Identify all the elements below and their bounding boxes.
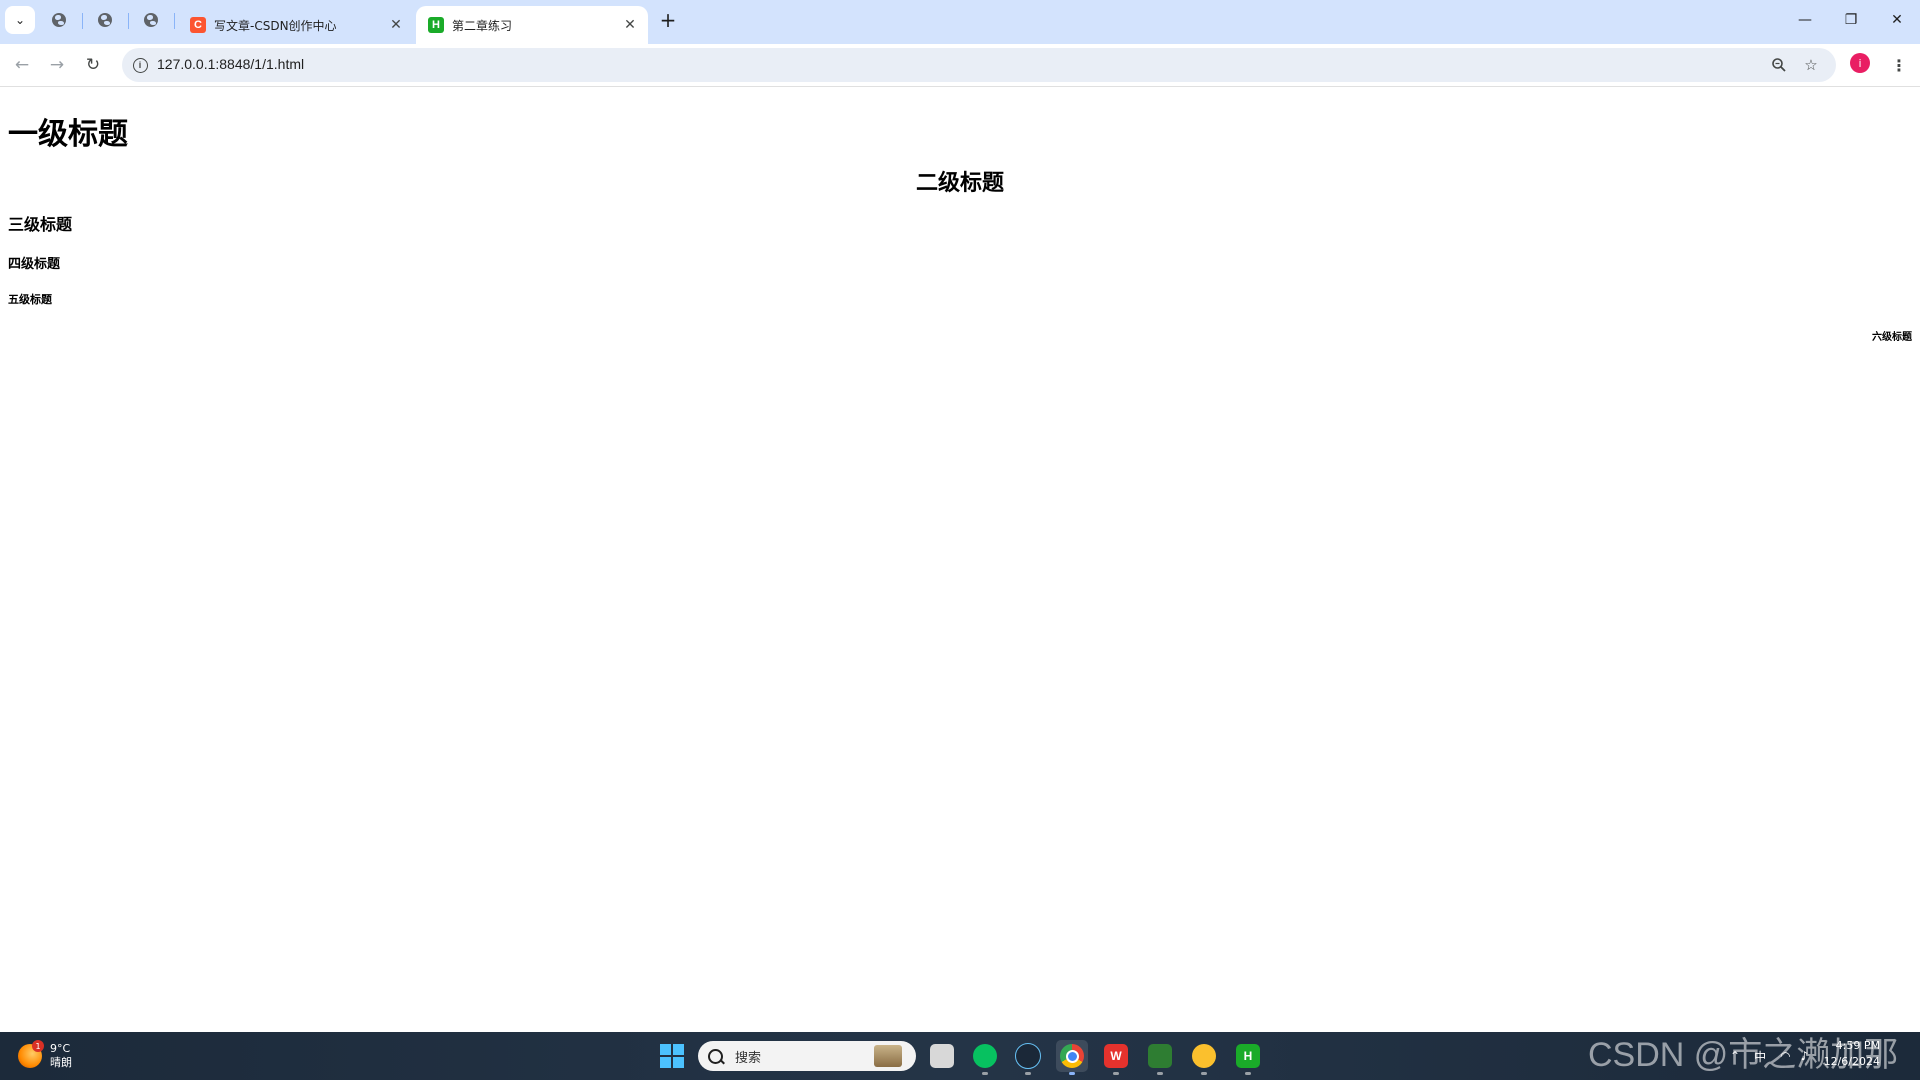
hbuilder-favicon-icon: H (428, 17, 444, 33)
taskbar-search[interactable]: 搜索 (698, 1041, 916, 1071)
profile-avatar[interactable]: i (1850, 53, 1870, 73)
heading-1: 一级标题 (8, 117, 128, 152)
weather-description: 晴朗 (50, 1056, 72, 1069)
weather-icon: 1 (18, 1040, 44, 1068)
close-window-button[interactable]: ✕ (1874, 0, 1920, 40)
chrome-icon (1060, 1044, 1084, 1068)
heading-5: 五级标题 (8, 293, 52, 306)
star-icon: ☆ (1804, 56, 1818, 74)
taskbar-app-hbuilder[interactable]: H (1232, 1040, 1264, 1075)
taskbar-app-file-explorer[interactable] (926, 1040, 958, 1072)
chevron-down-icon: ⌄ (14, 13, 26, 27)
tab-csdn[interactable]: C 写文章-CSDN创作中心 ✕ (178, 6, 414, 44)
tab-title: 写文章-CSDN创作中心 (214, 18, 337, 33)
tab-title: 第二章练习 (452, 18, 513, 33)
tab-strip: ⌄ C 写文章-CSDN创作中心 ✕ H 第二章练习 ✕ + — ❐ ✕ (0, 0, 1920, 44)
globe-icon (52, 13, 66, 27)
running-indicator (982, 1072, 988, 1075)
notification-badge: 1 (32, 1040, 44, 1052)
steam-icon (1015, 1043, 1041, 1069)
running-indicator (1245, 1072, 1251, 1075)
running-indicator (1201, 1072, 1207, 1075)
running-indicator (1025, 1072, 1031, 1075)
more-vert-icon: ⋮ (1891, 55, 1907, 75)
chrome-center-icon (1065, 1049, 1079, 1063)
windows-logo-icon (673, 1044, 684, 1055)
site-info-button[interactable]: i (130, 55, 150, 75)
running-indicator (1069, 1072, 1075, 1075)
running-indicator (1113, 1072, 1119, 1075)
taskbar-app-wps[interactable]: W (1100, 1040, 1132, 1075)
app-yellow-icon (1192, 1044, 1216, 1068)
browser-window: ⌄ C 写文章-CSDN创作中心 ✕ H 第二章练习 ✕ + — ❐ ✕ ← →… (0, 0, 1920, 1080)
close-icon[interactable]: ✕ (620, 15, 640, 35)
tab-separator (128, 13, 129, 29)
zoom-button[interactable] (1768, 54, 1790, 76)
hbuilder-icon: H (1236, 1044, 1260, 1068)
csdn-watermark: CSDN @市之濑加那 (1588, 1036, 1899, 1074)
pinned-tab-1[interactable] (48, 9, 70, 31)
back-button[interactable]: ← (7, 50, 37, 80)
taskbar-app-chrome[interactable] (1056, 1040, 1088, 1075)
minimize-button[interactable]: — (1782, 0, 1828, 40)
minimize-icon: — (1798, 12, 1812, 28)
close-icon[interactable]: ✕ (386, 15, 406, 35)
taskbar-app-wechat[interactable] (969, 1040, 1001, 1075)
wps-icon: W (1104, 1044, 1128, 1068)
file-explorer-icon (930, 1044, 954, 1068)
restore-button[interactable]: ❐ (1828, 0, 1874, 40)
windows-logo-icon (660, 1057, 671, 1068)
heading-4: 四级标题 (8, 257, 61, 272)
arrow-left-icon: ← (14, 55, 30, 75)
url-text[interactable]: 127.0.0.1:8848/1/1.html (157, 56, 304, 72)
taskbar-app-steam[interactable] (1012, 1040, 1044, 1075)
weather-text: 9°C 晴朗 (50, 1042, 72, 1070)
tab-separator (174, 13, 175, 29)
globe-icon (144, 13, 158, 27)
info-icon: i (132, 57, 148, 73)
close-icon: ✕ (1891, 12, 1903, 28)
tab-separator (82, 13, 83, 29)
pinned-tab-3[interactable] (140, 9, 162, 31)
windows-logo-icon (660, 1044, 671, 1055)
search-highlight-image (874, 1045, 902, 1067)
search-icon (708, 1048, 723, 1064)
wechat-icon (973, 1044, 997, 1068)
page-content: 一级标题 二级标题 三级标题 四级标题 五级标题 六级标题 (0, 87, 1920, 1032)
csdn-favicon-icon: C (190, 17, 206, 33)
new-tab-button[interactable]: + (656, 8, 680, 32)
pinned-tab-2[interactable] (94, 9, 116, 31)
weather-widget[interactable]: 1 9°C 晴朗 (18, 1040, 72, 1072)
reload-button[interactable]: ↻ (78, 50, 108, 80)
start-button[interactable] (660, 1044, 684, 1068)
bookmark-button[interactable]: ☆ (1800, 54, 1822, 76)
search-label: 搜索 (735, 1050, 762, 1066)
reload-icon: ↻ (85, 55, 101, 75)
forward-button[interactable]: → (42, 50, 72, 80)
restore-icon: ❐ (1844, 12, 1858, 28)
globe-icon (98, 13, 112, 27)
remote-icon (1148, 1044, 1172, 1068)
menu-button[interactable]: ⋮ (1886, 50, 1912, 80)
address-bar[interactable]: i 127.0.0.1:8848/1/1.html ☆ (122, 48, 1836, 82)
tab-search-button[interactable]: ⌄ (5, 6, 35, 34)
taskbar-app-yellow[interactable] (1188, 1040, 1220, 1075)
windows-logo-icon (673, 1057, 684, 1068)
arrow-right-icon: → (49, 55, 65, 75)
running-indicator (1157, 1072, 1163, 1075)
zoom-icon (1772, 58, 1786, 72)
browser-toolbar: ← → ↻ i 127.0.0.1:8848/1/1.html ☆ i ⋮ (0, 44, 1920, 87)
weather-temperature: 9°C (50, 1042, 71, 1055)
tab-active[interactable]: H 第二章练习 ✕ (416, 6, 648, 44)
taskbar-app-remote[interactable] (1144, 1040, 1176, 1075)
heading-6: 六级标题 (1872, 332, 1912, 343)
heading-2: 二级标题 (915, 171, 1004, 196)
heading-3: 三级标题 (8, 215, 73, 234)
